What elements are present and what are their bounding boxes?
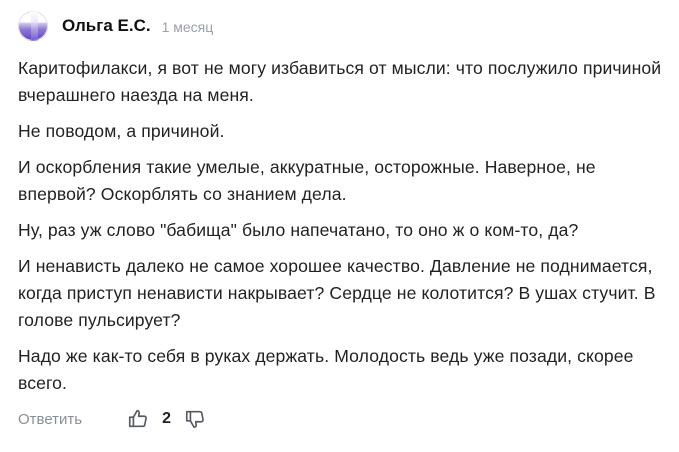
- comment-paragraph: И ненависть далеко не самое хорошее каче…: [18, 256, 656, 330]
- comment-body: Каритофилакси, я вот не могу избавиться …: [18, 55, 668, 406]
- like-button[interactable]: [126, 407, 150, 431]
- comment-paragraph: И оскорбления такие умелые, аккуратные, …: [18, 157, 596, 204]
- avatar-decoration: [31, 11, 38, 41]
- thumbs-up-icon: [129, 409, 148, 428]
- author-name[interactable]: Ольга Е.С.: [62, 16, 151, 36]
- comment-time: 1 месяц: [161, 18, 214, 35]
- comment-paragraph: Каритофилакси, я вот не могу избавиться …: [18, 58, 662, 105]
- like-count: 2: [162, 410, 172, 427]
- comment-header: Ольга Е.С. 1 месяц: [18, 10, 213, 42]
- comment-paragraph: Ну, раз уж слово "бабища" было напечатан…: [18, 220, 579, 240]
- comment-paragraph: Надо же как-то себя в руках держать. Мол…: [18, 346, 634, 393]
- comment-actions: Ответить 2: [18, 404, 207, 434]
- comment-card: Ольга Е.С. 1 месяц Каритофилакси, я вот …: [0, 0, 679, 452]
- avatar[interactable]: [18, 11, 48, 41]
- thumbs-down-icon: [185, 410, 204, 429]
- comment-paragraph: Не поводом, а причиной.: [18, 121, 225, 141]
- reply-button[interactable]: Ответить: [18, 411, 82, 428]
- dislike-button[interactable]: [183, 407, 207, 431]
